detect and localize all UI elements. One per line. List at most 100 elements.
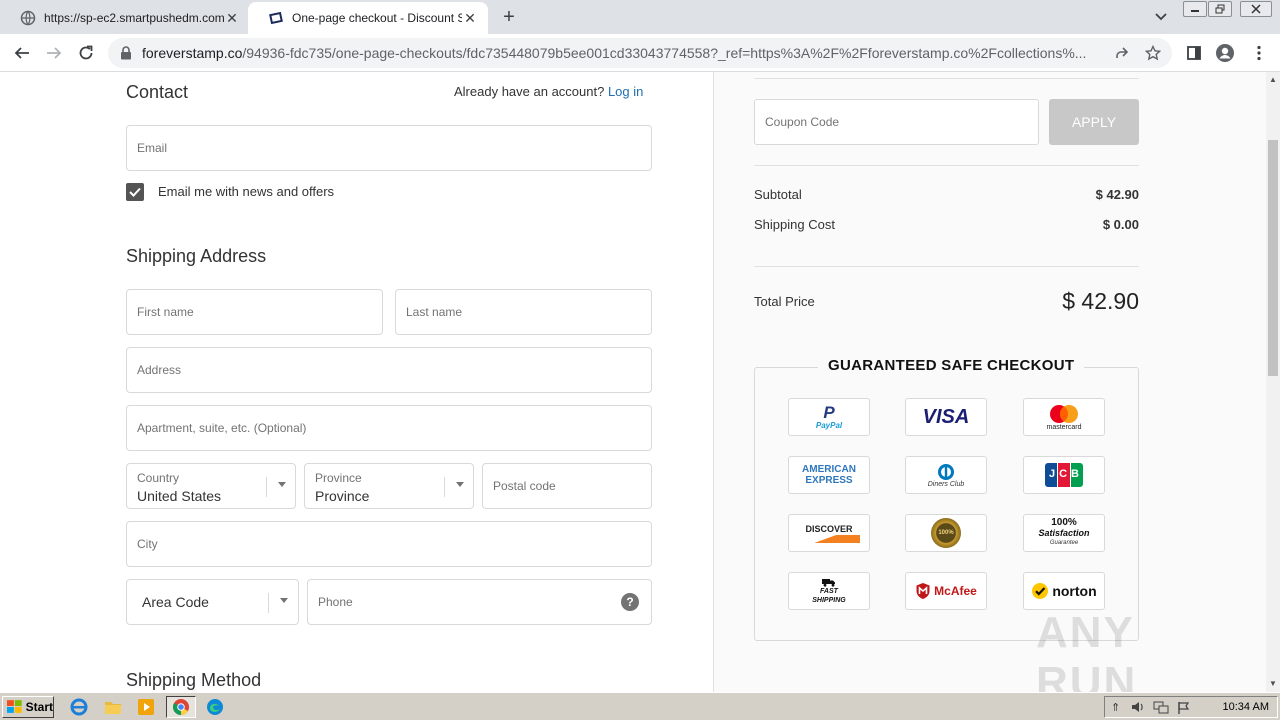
chrome-icon <box>173 699 189 715</box>
paypal-icon: P <box>823 402 835 422</box>
help-question-icon[interactable]: ? <box>621 593 639 611</box>
newsletter-checkbox[interactable] <box>126 183 144 201</box>
edge-icon[interactable] <box>204 697 226 717</box>
address-bar[interactable]: foreverstamp.co/94936-fdc735/one-page-ch… <box>108 38 1172 68</box>
url-host: foreverstamp.co <box>142 45 243 61</box>
chevron-down-icon <box>456 482 464 487</box>
safe-checkout-title: GUARANTEED SAFE CHECKOUT <box>818 357 1085 374</box>
mastercard-badge: mastercard <box>1023 398 1105 436</box>
email-field[interactable]: Email <box>126 125 652 171</box>
country-label: Country <box>137 471 180 485</box>
scroll-down-arrow-icon[interactable]: ▼ <box>1266 676 1280 690</box>
new-tab-button[interactable]: + <box>498 6 520 28</box>
anyrun-watermark: ANY RUN <box>1036 608 1138 707</box>
apartment-field[interactable]: Apartment, suite, etc. (Optional) <box>126 405 652 451</box>
satisfaction-badge: 100% Satisfaction Guarantee <box>1023 514 1105 552</box>
tab-smartpush[interactable]: https://sp-ec2.smartpushedm.com/a ✕ <box>0 2 250 34</box>
checkmark-icon <box>129 187 141 197</box>
tray-expand-arrow-icon[interactable]: ⇑ <box>1111 701 1120 714</box>
scrollbar-thumb[interactable] <box>1268 140 1278 376</box>
mastercard-text: mastercard <box>1046 423 1082 431</box>
have-account-text: Already have an account? <box>454 84 605 99</box>
volume-icon[interactable] <box>1131 701 1145 716</box>
shipping-cost-row: Shipping Cost $ 0.00 <box>754 217 1139 232</box>
shipping-method-heading: Shipping Method <box>126 670 262 690</box>
postal-code-placeholder: Postal code <box>493 479 556 493</box>
close-tab-icon[interactable]: ✕ <box>224 10 240 26</box>
close-tab-icon[interactable]: ✕ <box>462 10 478 26</box>
profile-avatar-icon[interactable] <box>1214 42 1236 64</box>
system-tray: ⇑ 10:34 AM <box>1104 696 1278 718</box>
postal-code-field[interactable]: Postal code <box>482 463 652 509</box>
bookmark-star-icon[interactable] <box>1144 44 1162 62</box>
mcafee-badge: McAfee <box>905 572 987 610</box>
amex-badge: AMERICAN EXPRESS <box>788 456 870 494</box>
share-icon[interactable] <box>1113 44 1131 62</box>
page-viewport: Contact Already have an account? Log in … <box>0 72 1266 692</box>
money-back-text: 100% <box>938 530 954 536</box>
total-row: Total Price $ 42.90 <box>754 288 1139 315</box>
subtotal-row: Subtotal $ 42.90 <box>754 187 1139 202</box>
diners-club-text: Diners Club <box>927 480 965 488</box>
url-path: /94936-fdc735/one-page-checkouts/fdc7354… <box>242 45 1087 61</box>
scroll-up-arrow-icon[interactable]: ▲ <box>1266 72 1280 86</box>
tab-checkout[interactable]: One-page checkout - Discount Stamp ✕ <box>248 2 488 34</box>
chrome-taskbar-button[interactable] <box>166 696 196 718</box>
page-scrollbar[interactable]: ▲ ▼ <box>1266 72 1280 692</box>
file-explorer-icon[interactable] <box>102 697 124 717</box>
city-field[interactable]: City <box>126 521 652 567</box>
amex-text-2: EXPRESS <box>805 475 853 486</box>
order-summary-panel: Coupon Code APPLY Subtotal $ 42.90 Shipp… <box>713 72 1266 692</box>
country-select[interactable]: Country United States <box>126 463 296 509</box>
mcafee-text: McAfee <box>934 584 977 598</box>
back-arrow-icon[interactable] <box>10 41 34 65</box>
chevron-down-icon <box>280 598 288 603</box>
total-value: $ 42.90 <box>1062 288 1139 314</box>
subtotal-label: Subtotal <box>754 187 802 202</box>
fast-shipping-text-2: SHIPPING <box>812 596 846 604</box>
email-placeholder: Email <box>137 141 168 155</box>
apply-coupon-button[interactable]: APPLY <box>1049 99 1139 145</box>
discover-text: DISCOVER <box>805 523 853 534</box>
newsletter-label[interactable]: Email me with news and offers <box>158 184 334 199</box>
forward-arrow-icon[interactable] <box>42 41 66 65</box>
browser-tab-bar: https://sp-ec2.smartpushedm.com/a ✕ One-… <box>0 0 1280 34</box>
menu-kebab-icon[interactable] <box>1248 42 1270 64</box>
restore-window-button[interactable] <box>1208 1 1232 17</box>
satisfaction-text-3: Guarantee <box>1049 540 1079 546</box>
media-player-icon[interactable] <box>135 697 157 717</box>
province-select[interactable]: Province Province <box>304 463 474 509</box>
tab-title: https://sp-ec2.smartpushedm.com/a <box>44 11 224 25</box>
norton-text: norton <box>1052 583 1097 599</box>
area-code-select[interactable]: Area Code <box>126 579 299 625</box>
visa-logo: VISA <box>922 405 970 428</box>
lock-icon[interactable] <box>120 46 134 60</box>
network-icon[interactable] <box>1153 701 1169 717</box>
total-label: Total Price <box>754 294 815 309</box>
tab-search-chevron-icon[interactable] <box>1152 9 1170 25</box>
phone-field[interactable]: Phone ? <box>307 579 652 625</box>
summary-divider <box>754 78 1139 79</box>
minimize-window-button[interactable] <box>1183 1 1207 17</box>
coupon-code-field[interactable]: Coupon Code <box>754 99 1039 145</box>
area-code-value: Area Code <box>142 594 209 610</box>
subtotal-value: $ 42.90 <box>1095 187 1139 202</box>
summary-divider <box>754 165 1139 166</box>
internet-explorer-icon[interactable] <box>68 697 90 717</box>
tab-title: One-page checkout - Discount Stamp <box>292 11 462 25</box>
start-button[interactable]: Start <box>2 696 54 718</box>
province-label: Province <box>315 471 362 485</box>
shipping-cost-label: Shipping Cost <box>754 217 835 232</box>
last-name-field[interactable]: Last name <box>395 289 652 335</box>
first-name-field[interactable]: First name <box>126 289 383 335</box>
stamp-favicon-icon <box>268 10 284 26</box>
select-divider <box>266 477 267 497</box>
address-field[interactable]: Address <box>126 347 652 393</box>
side-panel-icon[interactable] <box>1183 42 1205 64</box>
safe-checkout-box: GUARANTEED SAFE CHECKOUT P PayPal VISA m… <box>754 357 1139 641</box>
reload-icon[interactable] <box>74 41 98 65</box>
action-center-flag-icon[interactable] <box>1177 701 1191 718</box>
close-window-button[interactable] <box>1240 1 1272 17</box>
login-link[interactable]: Log in <box>608 84 643 99</box>
start-label: Start <box>25 700 53 714</box>
